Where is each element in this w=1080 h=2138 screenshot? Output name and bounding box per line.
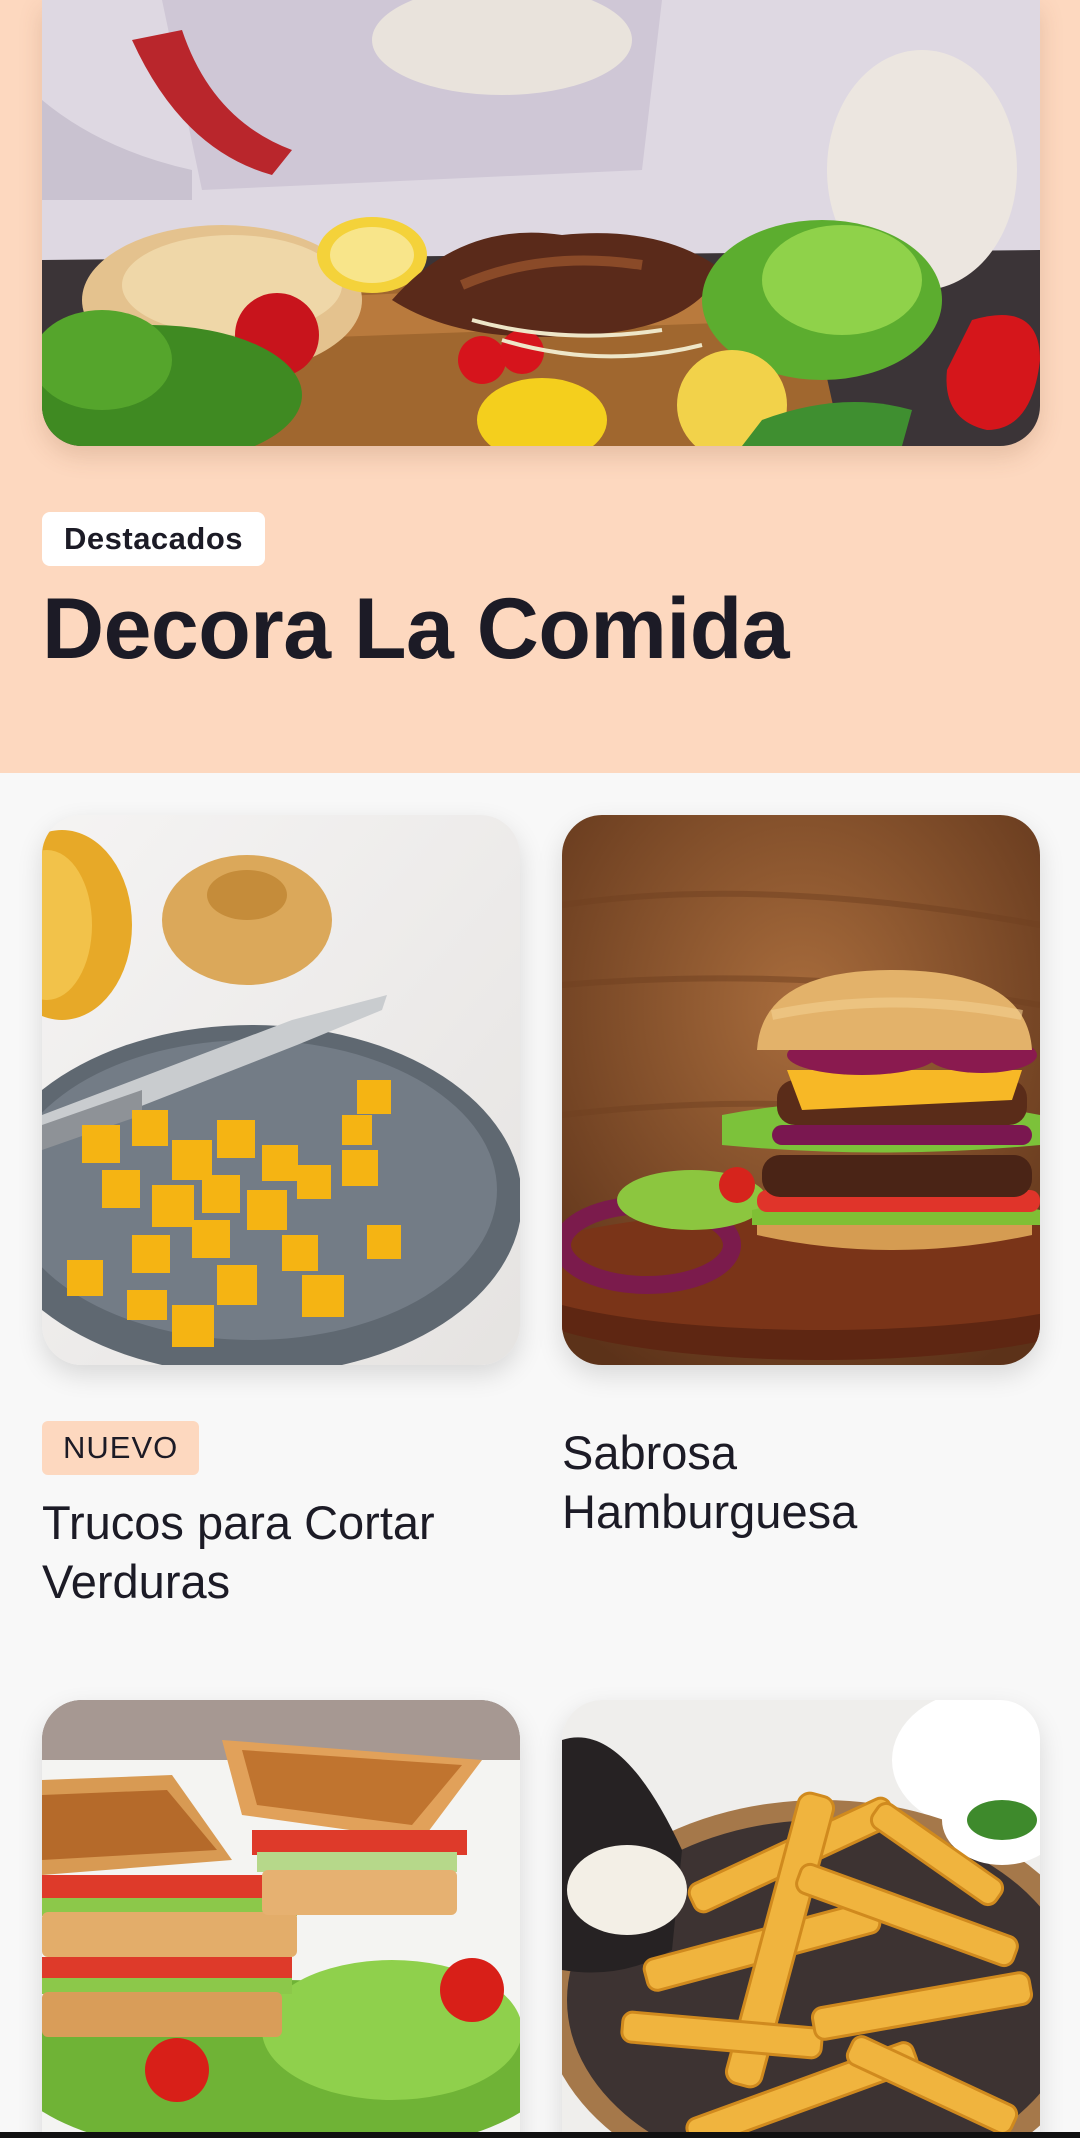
club-sandwich-image[interactable] <box>42 1700 520 2138</box>
article-card[interactable] <box>42 1700 520 2138</box>
burger-image[interactable] <box>562 815 1040 1365</box>
article-card[interactable]: Sabrosa Hamburguesa <box>562 815 1040 1541</box>
article-card[interactable] <box>562 1700 1040 2138</box>
bottom-edge <box>0 2132 1080 2138</box>
featured-image[interactable] <box>42 0 1040 446</box>
new-badge: NUEVO <box>42 1421 200 1475</box>
featured-badge: Destacados <box>42 512 266 566</box>
article-card[interactable]: NUEVO Trucos para Cortar Verduras <box>42 815 520 1611</box>
french-fries-image[interactable] <box>562 1700 1040 2138</box>
featured-section[interactable]: Destacados Decora La Comida <box>0 0 1080 773</box>
card-title[interactable]: Sabrosa Hamburguesa <box>562 1423 1040 1541</box>
diced-squash-image[interactable] <box>42 815 520 1365</box>
card-title[interactable]: Trucos para Cortar Verduras <box>42 1493 520 1611</box>
featured-title[interactable]: Decora La Comida <box>42 580 790 679</box>
screen: Destacados Decora La Comida NUEVO Trucos… <box>0 0 1080 2138</box>
